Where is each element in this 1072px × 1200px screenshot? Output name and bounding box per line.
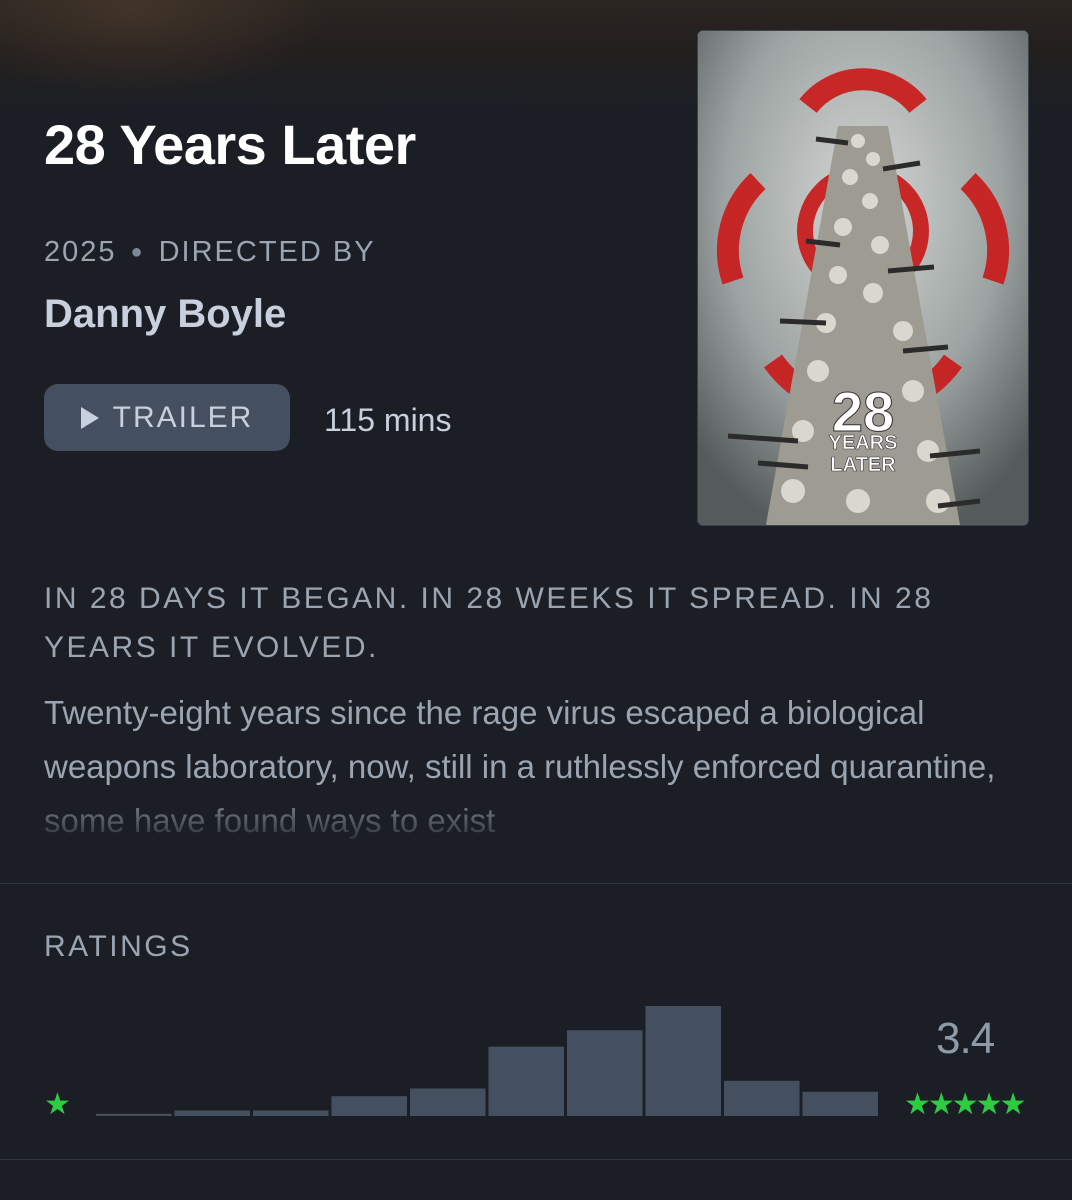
separator-dot: ● — [130, 241, 145, 263]
max-stars-icon: ★★★★★ — [904, 1088, 1026, 1121]
histogram-bar[interactable] — [645, 1006, 722, 1116]
trailer-button[interactable]: TRAILER — [44, 384, 290, 451]
film-tagline: IN 28 DAYS IT BEGAN. IN 28 WEEKS IT SPRE… — [44, 582, 934, 664]
directed-by-label: DIRECTED BY — [158, 236, 376, 268]
play-icon — [80, 406, 99, 429]
ratings-heading: RATINGS — [44, 930, 193, 963]
histogram-bar[interactable] — [331, 1096, 408, 1116]
section-divider-bottom — [0, 1159, 1072, 1160]
histogram-bar[interactable] — [174, 1110, 251, 1117]
poster-artwork: 28 YEARS LATER — [698, 31, 1028, 525]
director-name[interactable]: Danny Boyle — [44, 292, 286, 337]
section-divider-top — [0, 883, 1072, 884]
histogram-bar[interactable] — [488, 1046, 565, 1116]
histogram-bar[interactable] — [410, 1088, 486, 1117]
histogram-bar[interactable] — [96, 1113, 172, 1116]
histogram-bar[interactable] — [253, 1110, 329, 1117]
trailer-label: TRAILER — [112, 400, 254, 434]
poster-title-years: YEARS — [829, 432, 898, 454]
film-meta: 2025 ● DIRECTED BY — [44, 236, 376, 269]
poster-title-later: LATER — [830, 454, 896, 476]
min-star-icon: ★ — [44, 1088, 71, 1121]
histogram-bar[interactable] — [802, 1091, 879, 1116]
film-title: 28 Years Later — [44, 113, 416, 176]
histogram-bar[interactable] — [724, 1080, 800, 1116]
film-poster[interactable]: 28 YEARS LATER — [697, 30, 1029, 526]
ratings-histogram[interactable] — [96, 990, 878, 1116]
average-rating[interactable]: 3.4 — [936, 1014, 995, 1064]
histogram-bar[interactable] — [567, 1030, 643, 1116]
runtime: 115 mins — [324, 402, 452, 438]
film-synopsis[interactable]: Twenty-eight years since the rage virus … — [44, 686, 1034, 846]
release-year[interactable]: 2025 — [44, 236, 117, 269]
